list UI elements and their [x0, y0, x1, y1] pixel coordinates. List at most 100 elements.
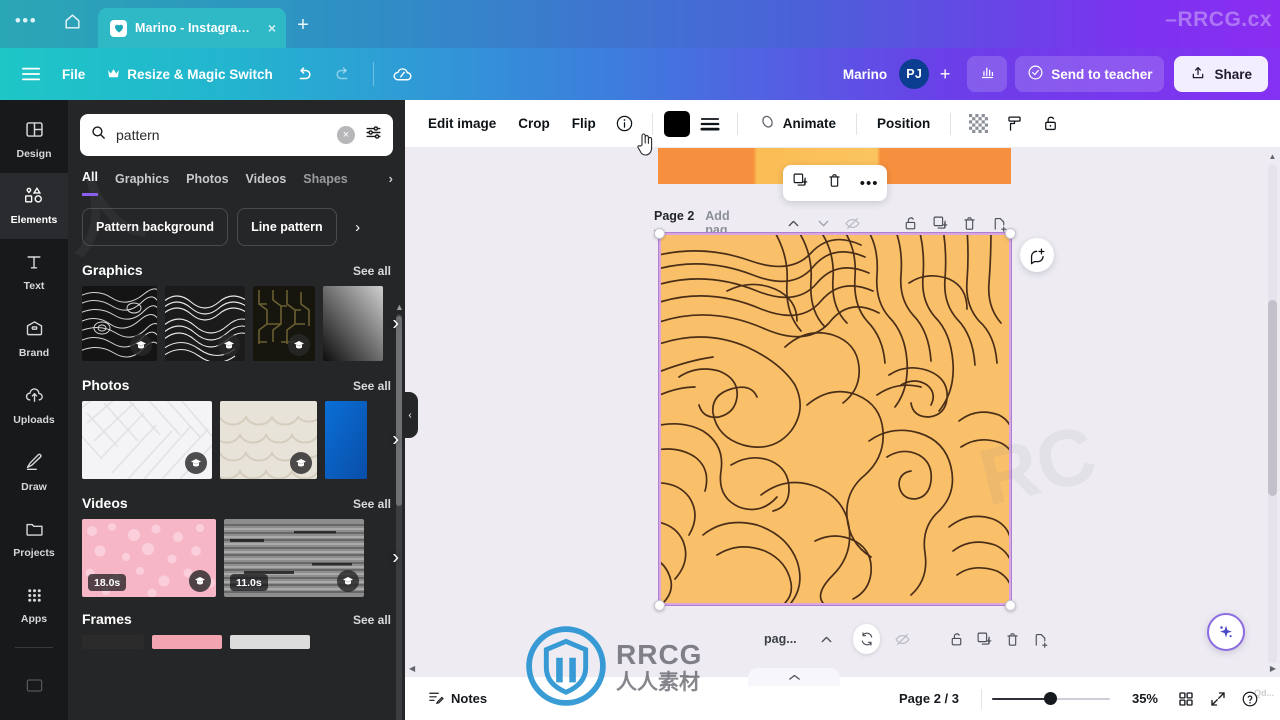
- resize-handle-bottom-right[interactable]: [1005, 600, 1016, 611]
- see-all-photos[interactable]: See all: [353, 379, 391, 393]
- page3-label[interactable]: pag...: [764, 632, 797, 646]
- zoom-knob[interactable]: [1044, 692, 1057, 705]
- thumbnail-beige-plaster[interactable]: [220, 401, 317, 479]
- videos-next-icon[interactable]: ›: [392, 547, 399, 570]
- scroll-up-caret-icon[interactable]: ▲: [1268, 152, 1277, 161]
- animate-button[interactable]: Animate: [749, 107, 845, 141]
- position-button[interactable]: Position: [868, 107, 939, 141]
- sidebar-item-uploads[interactable]: Uploads: [0, 372, 68, 439]
- search-box[interactable]: ×: [80, 114, 393, 156]
- tab-graphics[interactable]: Graphics: [115, 172, 169, 195]
- duplicate-icon[interactable]: [792, 172, 809, 194]
- trash-icon[interactable]: [826, 172, 843, 194]
- thumbnail-frame-1[interactable]: [82, 635, 144, 649]
- tab-videos[interactable]: Videos: [246, 172, 287, 195]
- tab-all[interactable]: All: [82, 170, 98, 196]
- invite-collaborator-button[interactable]: +: [931, 59, 959, 89]
- scroll-right-caret-icon[interactable]: ▶: [1270, 664, 1276, 673]
- canvas-area[interactable]: ••• Page 2 - Add pag...: [405, 148, 1280, 680]
- browser-menu-dots[interactable]: •••: [0, 0, 52, 48]
- flip-button[interactable]: Flip: [563, 107, 605, 141]
- info-circle-icon[interactable]: [609, 108, 641, 140]
- share-button[interactable]: Share: [1174, 56, 1268, 92]
- sidebar-item-draw[interactable]: Draw: [0, 439, 68, 506]
- undo-icon[interactable]: [285, 56, 323, 92]
- thumbnail-blue-texture[interactable]: [325, 401, 367, 479]
- edit-image-button[interactable]: Edit image: [419, 107, 505, 141]
- graphics-next-icon[interactable]: ›: [392, 312, 399, 335]
- sidebar-item-design[interactable]: Design: [0, 106, 68, 173]
- line-weight-icon[interactable]: [694, 108, 726, 140]
- more-options-icon[interactable]: •••: [860, 175, 879, 192]
- chip-pattern-background[interactable]: Pattern background: [82, 208, 229, 246]
- thumbnail-wave-lines[interactable]: [165, 286, 245, 361]
- home-icon[interactable]: [52, 0, 92, 48]
- sidebar-item-more[interactable]: [0, 653, 68, 720]
- page-canvas[interactable]: [650, 228, 1017, 606]
- resize-magic-switch-button[interactable]: Resize & Magic Switch: [97, 56, 283, 92]
- browser-tab[interactable]: Marino - Instagram... ×: [98, 8, 286, 48]
- add-comment-button[interactable]: [1020, 238, 1054, 272]
- sync-icon[interactable]: [852, 624, 881, 654]
- canvas-scrollbar[interactable]: ▲ ▼: [1268, 150, 1277, 678]
- see-all-frames[interactable]: See all: [353, 613, 391, 627]
- scroll-up-caret-icon[interactable]: ▲: [395, 302, 404, 312]
- thumbnail-frame-3[interactable]: [230, 635, 310, 649]
- lock-open-icon[interactable]: [1034, 108, 1066, 140]
- scrollbar-thumb[interactable]: [1268, 300, 1277, 496]
- delete-page-icon[interactable]: [998, 626, 1026, 652]
- photos-next-icon[interactable]: ›: [392, 429, 399, 452]
- sidebar-item-elements[interactable]: Elements: [0, 172, 68, 240]
- clear-search-icon[interactable]: ×: [337, 126, 355, 144]
- zoom-slider[interactable]: [992, 690, 1110, 708]
- paint-roller-icon[interactable]: [998, 108, 1030, 140]
- see-all-graphics[interactable]: See all: [353, 264, 391, 278]
- see-all-videos[interactable]: See all: [353, 497, 391, 511]
- thumbnail-hex-maze[interactable]: [253, 286, 315, 361]
- search-input[interactable]: [116, 127, 328, 143]
- lock-page-icon[interactable]: [942, 626, 970, 652]
- close-icon[interactable]: ×: [266, 20, 278, 36]
- magic-ai-button[interactable]: [1207, 613, 1245, 651]
- cloud-saved-icon[interactable]: [384, 56, 422, 92]
- sidebar-item-projects[interactable]: Projects: [0, 505, 68, 572]
- chip-line-pattern[interactable]: Line pattern: [237, 208, 337, 246]
- panel-scrollbar[interactable]: ▲ ▼: [395, 302, 404, 720]
- sidebar-item-brand[interactable]: Brand: [0, 306, 68, 373]
- chips-next-icon[interactable]: ›: [346, 208, 370, 246]
- resize-handle-top-left[interactable]: [654, 228, 665, 239]
- tab-shapes[interactable]: Shapes: [303, 172, 347, 195]
- color-swatch-button[interactable]: [663, 110, 690, 137]
- expand-icon[interactable]: [1202, 683, 1234, 715]
- duplicate-page-icon[interactable]: [970, 626, 998, 652]
- redo-icon[interactable]: [325, 56, 363, 92]
- transparency-checker-icon[interactable]: [962, 108, 994, 140]
- panel-collapse-button[interactable]: ‹: [402, 392, 418, 438]
- thumbnail-dot-gradient[interactable]: [323, 286, 383, 361]
- avatar[interactable]: PJ: [899, 59, 930, 89]
- new-tab-button[interactable]: +: [286, 8, 320, 48]
- thumbnail-white-herringbone[interactable]: [82, 401, 212, 479]
- tabs-next-icon[interactable]: ›: [389, 171, 393, 195]
- collapse-page-tray-button[interactable]: [748, 668, 840, 686]
- tab-photos[interactable]: Photos: [186, 172, 228, 195]
- resize-handle-bottom-left[interactable]: [654, 600, 665, 611]
- canvas-horizontal-scrollbar[interactable]: ◀ ▶: [405, 663, 1280, 676]
- sliders-icon[interactable]: [364, 123, 383, 147]
- scroll-left-caret-icon[interactable]: ◀: [409, 664, 415, 673]
- move-page-up-icon[interactable]: [813, 626, 841, 652]
- send-to-teacher-button[interactable]: Send to teacher: [1015, 56, 1165, 92]
- file-menu-button[interactable]: File: [52, 56, 95, 92]
- notes-button[interactable]: Notes: [419, 683, 495, 715]
- resize-handle-top-right[interactable]: [1005, 228, 1016, 239]
- sidebar-item-apps[interactable]: Apps: [0, 572, 68, 639]
- grid-view-icon[interactable]: [1170, 683, 1202, 715]
- hide-page-icon[interactable]: [888, 626, 916, 652]
- thumbnail-grain-noise-video[interactable]: 11.0s: [224, 519, 364, 597]
- main-menu-button[interactable]: [12, 56, 50, 92]
- insights-button[interactable]: [967, 56, 1008, 92]
- thumbnail-frame-2[interactable]: [152, 635, 222, 649]
- thumbnail-topographic-lines[interactable]: [82, 286, 157, 361]
- crop-button[interactable]: Crop: [509, 107, 559, 141]
- add-page-icon[interactable]: [1026, 626, 1054, 652]
